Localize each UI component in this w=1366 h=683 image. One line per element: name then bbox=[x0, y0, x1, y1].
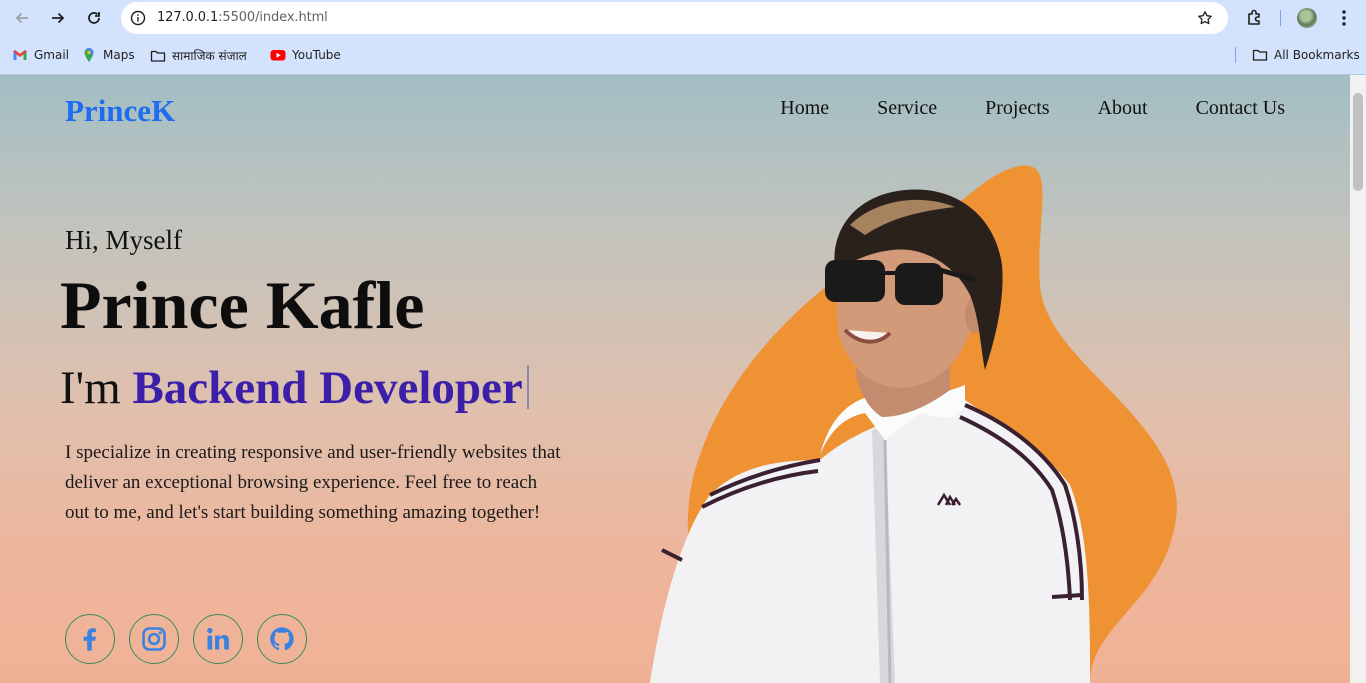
social-links bbox=[65, 614, 307, 664]
back-arrow-icon bbox=[15, 12, 28, 24]
bookmark-star-icon[interactable] bbox=[1197, 10, 1213, 26]
gmail-icon bbox=[13, 50, 27, 60]
url-host: 127.0.0.1 bbox=[157, 10, 219, 25]
hero-bio: I specialize in creating responsive and … bbox=[65, 442, 561, 523]
page-viewport: PrinceK Home Service Projects About Cont… bbox=[0, 75, 1350, 683]
forward-arrow-icon bbox=[52, 12, 65, 24]
bookmarks-bar: Gmail Maps सामाजिक संजाल YouTube All Boo… bbox=[0, 36, 1366, 75]
all-bookmarks-label: All Bookmarks bbox=[1274, 48, 1360, 62]
extensions-icon[interactable] bbox=[1245, 8, 1265, 28]
maps-icon bbox=[84, 48, 94, 62]
back-button[interactable] bbox=[11, 7, 33, 29]
bookmark-label: YouTube bbox=[292, 48, 341, 62]
bookmarks-divider bbox=[1235, 47, 1236, 63]
bookmark-label: Maps bbox=[103, 48, 135, 62]
nav-service[interactable]: Service bbox=[877, 97, 937, 120]
instagram-icon bbox=[142, 627, 166, 651]
sunglasses-right-lens bbox=[895, 263, 943, 305]
folder-icon bbox=[150, 50, 166, 62]
linkedin-link[interactable] bbox=[193, 614, 243, 664]
address-bar[interactable]: 127.0.0.1:5500/index.html bbox=[121, 2, 1228, 34]
scrollbar-thumb[interactable] bbox=[1353, 93, 1363, 191]
reload-button[interactable] bbox=[83, 7, 105, 29]
youtube-icon bbox=[270, 50, 286, 61]
profile-avatar[interactable] bbox=[1297, 8, 1317, 28]
forward-button[interactable] bbox=[47, 7, 69, 29]
hero-name: Prince Kafle bbox=[60, 267, 425, 343]
site-nav: Home Service Projects About Contact Us bbox=[780, 97, 1285, 120]
reload-icon bbox=[88, 12, 100, 24]
kebab-menu-icon[interactable] bbox=[1334, 8, 1354, 28]
bookmark-label: Gmail bbox=[34, 48, 70, 62]
folder-icon bbox=[1252, 49, 1268, 61]
bookmark-folder-social[interactable]: सामाजिक संजाल bbox=[150, 47, 247, 64]
nav-home[interactable]: Home bbox=[780, 97, 829, 120]
site-info-icon[interactable] bbox=[130, 10, 146, 26]
browser-toolbar: 127.0.0.1:5500/index.html bbox=[0, 0, 1366, 36]
bookmark-maps[interactable]: Maps bbox=[81, 47, 135, 63]
hero-role: I'm Backend Developer bbox=[60, 365, 529, 412]
page-scrollbar[interactable] bbox=[1350, 75, 1366, 683]
url-path: :5500/index.html bbox=[218, 10, 328, 25]
bookmark-youtube[interactable]: YouTube bbox=[270, 47, 341, 63]
bookmark-gmail[interactable]: Gmail bbox=[12, 47, 69, 63]
nav-about[interactable]: About bbox=[1098, 97, 1148, 120]
typing-cursor bbox=[526, 365, 529, 409]
instagram-link[interactable] bbox=[129, 614, 179, 664]
sunglasses-left-lens bbox=[825, 260, 885, 302]
nav-contact-us[interactable]: Contact Us bbox=[1196, 97, 1285, 120]
toolbar-divider bbox=[1280, 10, 1281, 26]
role-highlight: Backend Developer bbox=[132, 362, 523, 414]
url-text[interactable]: 127.0.0.1:5500/index.html bbox=[157, 10, 328, 25]
left-cuff-stripe-shape bbox=[661, 548, 683, 562]
bookmark-label: सामाजिक संजाल bbox=[172, 49, 247, 63]
facebook-link[interactable] bbox=[65, 614, 115, 664]
site-logo[interactable]: PrinceK bbox=[65, 93, 175, 129]
right-cuff-stripe-shape bbox=[1051, 593, 1083, 599]
github-link[interactable] bbox=[257, 614, 307, 664]
hero-portrait bbox=[650, 165, 1177, 683]
facebook-icon bbox=[83, 628, 96, 651]
github-icon bbox=[270, 627, 294, 651]
nav-projects[interactable]: Projects bbox=[985, 97, 1049, 120]
all-bookmarks[interactable]: All Bookmarks bbox=[1252, 47, 1360, 63]
role-prefix: I'm bbox=[60, 362, 121, 414]
greeting: Hi, Myself bbox=[65, 225, 182, 255]
linkedin-icon bbox=[207, 627, 229, 650]
